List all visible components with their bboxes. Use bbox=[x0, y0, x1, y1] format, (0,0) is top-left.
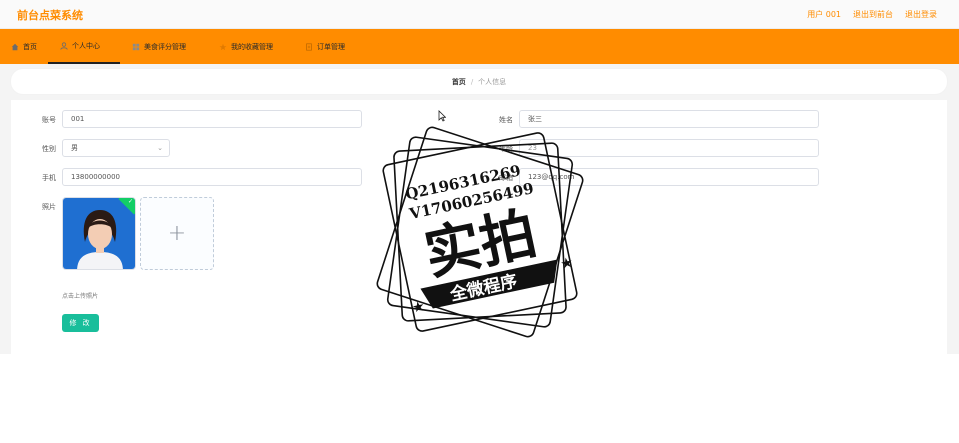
phone-label: 手机 bbox=[42, 174, 56, 182]
nav-item-profile[interactable]: 个人中心 bbox=[48, 29, 120, 64]
main-nav: 首页 个人中心 美食评分管理 我的收藏管理 订单管理 bbox=[0, 29, 959, 64]
app-title: 前台点菜系统 bbox=[17, 9, 83, 22]
check-icon: ✓ bbox=[127, 198, 133, 205]
gender-select[interactable]: 男 ⌄ bbox=[62, 139, 170, 157]
top-header: 前台点菜系统 用户 001 退出到前台 退出登录 bbox=[0, 0, 959, 29]
gender-value: 男 bbox=[71, 144, 78, 152]
nav-label: 我的收藏管理 bbox=[231, 42, 273, 51]
watermark-stamp: Q2196316269 V17060256499 实拍 全微程序 ★ ★ bbox=[376, 126, 584, 338]
star-icon bbox=[219, 43, 227, 50]
submit-button[interactable]: 修 改 bbox=[62, 314, 99, 332]
breadcrumb-current: 个人信息 bbox=[478, 77, 507, 86]
back-to-front-link[interactable]: 退出到前台 bbox=[853, 9, 893, 20]
account-label: 账号 bbox=[42, 116, 56, 124]
mouse-cursor-icon bbox=[438, 110, 446, 122]
user-link[interactable]: 用户 001 bbox=[807, 9, 841, 20]
account-field[interactable]: 001 bbox=[62, 110, 362, 128]
receipt-icon bbox=[306, 42, 312, 51]
nav-label: 首页 bbox=[23, 42, 37, 51]
name-label: 姓名 bbox=[499, 116, 513, 124]
nav-item-orders[interactable]: 订单管理 bbox=[305, 29, 345, 64]
top-links: 用户 001 退出到前台 退出登录 bbox=[807, 9, 937, 20]
photo-label: 照片 bbox=[42, 203, 56, 211]
gender-label: 性别 bbox=[42, 145, 56, 153]
nav-item-food-rating[interactable]: 美食评分管理 bbox=[132, 29, 186, 64]
breadcrumb-home[interactable]: 首页 bbox=[452, 77, 466, 87]
nav-label: 订单管理 bbox=[317, 42, 345, 51]
chevron-down-icon: ⌄ bbox=[157, 144, 163, 152]
nav-item-home[interactable]: 首页 bbox=[11, 29, 37, 64]
breadcrumb: 首页 / 个人信息 bbox=[11, 69, 947, 94]
user-icon bbox=[60, 41, 68, 50]
portrait-image bbox=[63, 198, 135, 269]
plus-icon: + bbox=[167, 221, 187, 246]
nav-item-favorites[interactable]: 我的收藏管理 bbox=[219, 29, 273, 64]
star-icon: ★ bbox=[559, 255, 575, 273]
upload-tip: 点击上传照片 bbox=[62, 293, 99, 300]
grid-icon bbox=[132, 43, 140, 50]
home-icon bbox=[11, 43, 19, 50]
uploaded-photo[interactable]: ✓ bbox=[62, 197, 136, 270]
upload-button[interactable]: + bbox=[140, 197, 214, 270]
nav-label: 个人中心 bbox=[72, 41, 100, 50]
logout-link[interactable]: 退出登录 bbox=[905, 9, 937, 20]
breadcrumb-separator: / bbox=[470, 77, 474, 86]
phone-field[interactable]: 13800000000 bbox=[62, 168, 362, 186]
star-icon: ★ bbox=[411, 298, 427, 316]
nav-label: 美食评分管理 bbox=[144, 42, 186, 51]
